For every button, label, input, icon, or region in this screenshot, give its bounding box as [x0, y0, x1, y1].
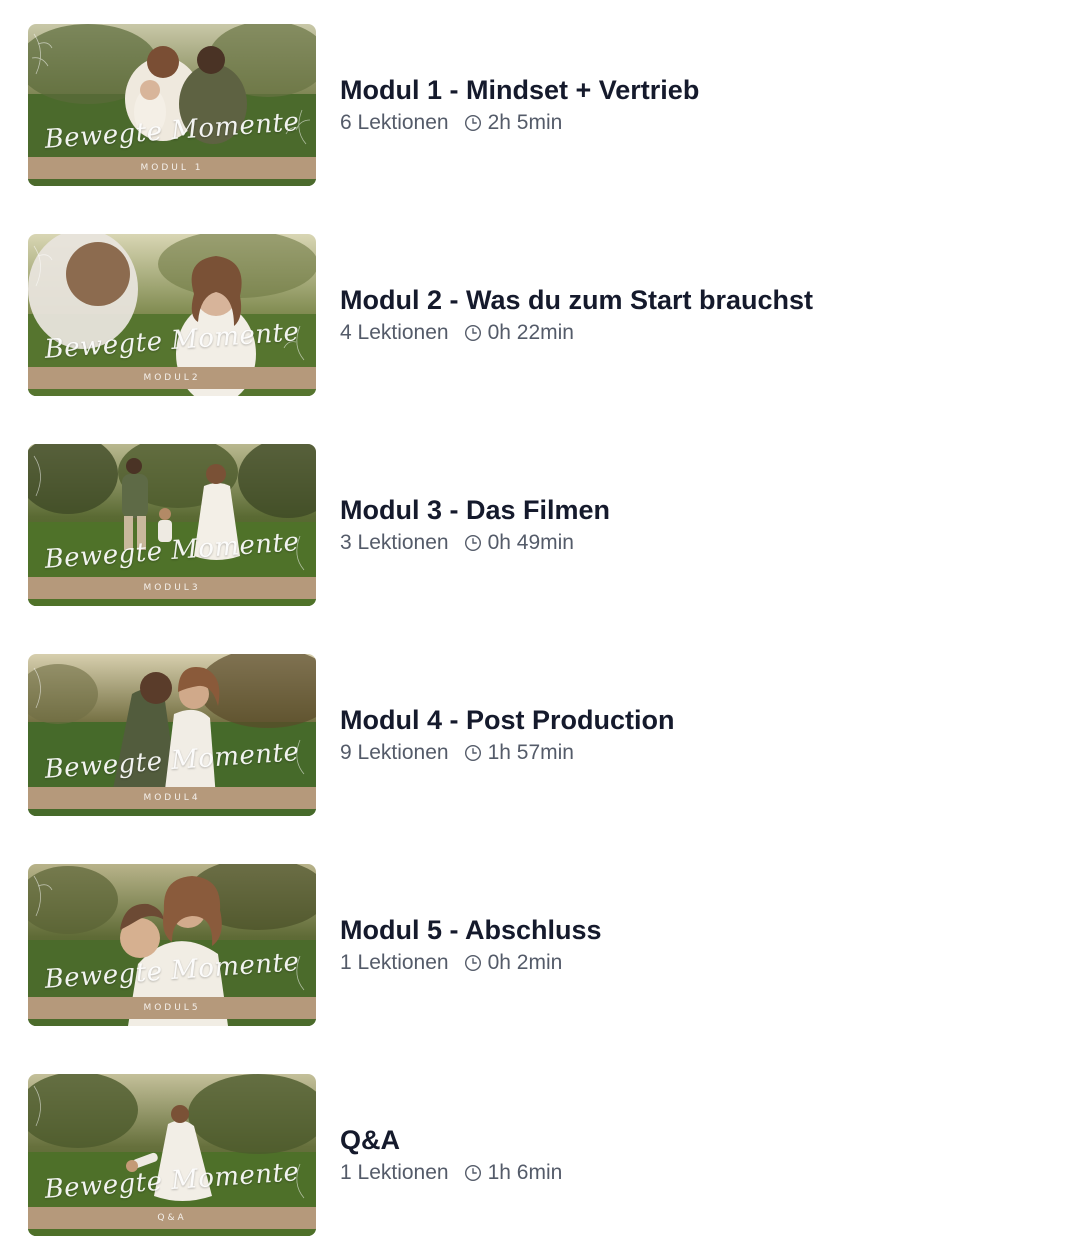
thumbnail-band-label: Q&A: [157, 1213, 187, 1223]
module-item-5[interactable]: Bewegte Momente MODUL5 Modul 5 - Abschlu…: [28, 864, 1028, 1026]
lesson-count: 4 Lektionen: [340, 321, 449, 344]
module-thumbnail[interactable]: Bewegte Momente MODUL2: [28, 234, 316, 396]
lesson-count: 1 Lektionen: [340, 1161, 449, 1184]
module-title[interactable]: Modul 4 - Post Production: [340, 703, 674, 737]
module-info: Modul 1 - Mindset + Vertrieb 6 Lektionen…: [340, 73, 699, 137]
module-item-1[interactable]: Bewegte Momente MODUL 1 Modul 1 - Mindse…: [28, 24, 1028, 186]
module-title[interactable]: Q&A: [340, 1123, 562, 1157]
module-title[interactable]: Modul 3 - Das Filmen: [340, 493, 610, 527]
module-duration: 1h 57min: [487, 741, 574, 764]
module-title[interactable]: Modul 1 - Mindset + Vertrieb: [340, 73, 699, 107]
module-duration: 2h 5min: [487, 111, 563, 134]
module-title[interactable]: Modul 5 - Abschluss: [340, 913, 602, 947]
thumbnail-band-label: MODUL2: [143, 373, 201, 383]
module-thumbnail[interactable]: Bewegte Momente MODUL 1: [28, 24, 316, 186]
module-list: Bewegte Momente MODUL 1 Modul 1 - Mindse…: [0, 0, 1070, 1256]
module-meta: 3 Lektionen 0h 49min: [340, 529, 610, 557]
module-meta: 1 Lektionen 0h 2min: [340, 949, 602, 977]
module-info: Modul 4 - Post Production 9 Lektionen 1h…: [340, 703, 674, 767]
module-meta: 1 Lektionen 1h 6min: [340, 1159, 562, 1187]
module-thumbnail[interactable]: Bewegte Momente MODUL5: [28, 864, 316, 1026]
module-info: Q&A 1 Lektionen 1h 6min: [340, 1123, 562, 1187]
module-duration: 0h 22min: [487, 321, 574, 344]
module-item-qa[interactable]: Bewegte Momente Q&A Q&A 1 Lektionen 1h 6…: [28, 1074, 1028, 1236]
module-thumbnail[interactable]: Bewegte Momente MODUL4: [28, 654, 316, 816]
thumbnail-band-label: MODUL4: [143, 793, 201, 803]
module-item-4[interactable]: Bewegte Momente MODUL4 Modul 4 - Post Pr…: [28, 654, 1028, 816]
module-info: Modul 3 - Das Filmen 3 Lektionen 0h 49mi…: [340, 493, 610, 557]
lesson-count: 3 Lektionen: [340, 531, 449, 554]
lesson-count: 9 Lektionen: [340, 741, 449, 764]
module-thumbnail[interactable]: Bewegte Momente Q&A: [28, 1074, 316, 1236]
clock-icon: [464, 534, 481, 552]
module-info: Modul 2 - Was du zum Start brauchst 4 Le…: [340, 283, 813, 347]
clock-icon: [464, 744, 481, 762]
lesson-count: 1 Lektionen: [340, 951, 449, 974]
module-item-3[interactable]: Bewegte Momente MODUL3 Modul 3 - Das Fil…: [28, 444, 1028, 606]
clock-icon: [464, 324, 481, 342]
clock-icon: [464, 1164, 481, 1182]
module-meta: 4 Lektionen 0h 22min: [340, 319, 813, 347]
module-title[interactable]: Modul 2 - Was du zum Start brauchst: [340, 283, 813, 317]
module-duration: 0h 2min: [487, 951, 563, 974]
thumbnail-band-label: MODUL3: [143, 583, 201, 593]
lesson-count: 6 Lektionen: [340, 111, 449, 134]
thumbnail-band-label: MODUL5: [143, 1003, 201, 1013]
clock-icon: [464, 954, 481, 972]
module-duration: 1h 6min: [487, 1161, 563, 1184]
module-item-2[interactable]: Bewegte Momente MODUL2 Modul 2 - Was du …: [28, 234, 1028, 396]
module-info: Modul 5 - Abschluss 1 Lektionen 0h 2min: [340, 913, 602, 977]
module-meta: 6 Lektionen 2h 5min: [340, 109, 699, 137]
thumbnail-band-label: MODUL 1: [140, 163, 204, 173]
module-duration: 0h 49min: [487, 531, 574, 554]
module-meta: 9 Lektionen 1h 57min: [340, 739, 674, 767]
clock-icon: [464, 114, 481, 132]
module-thumbnail[interactable]: Bewegte Momente MODUL3: [28, 444, 316, 606]
